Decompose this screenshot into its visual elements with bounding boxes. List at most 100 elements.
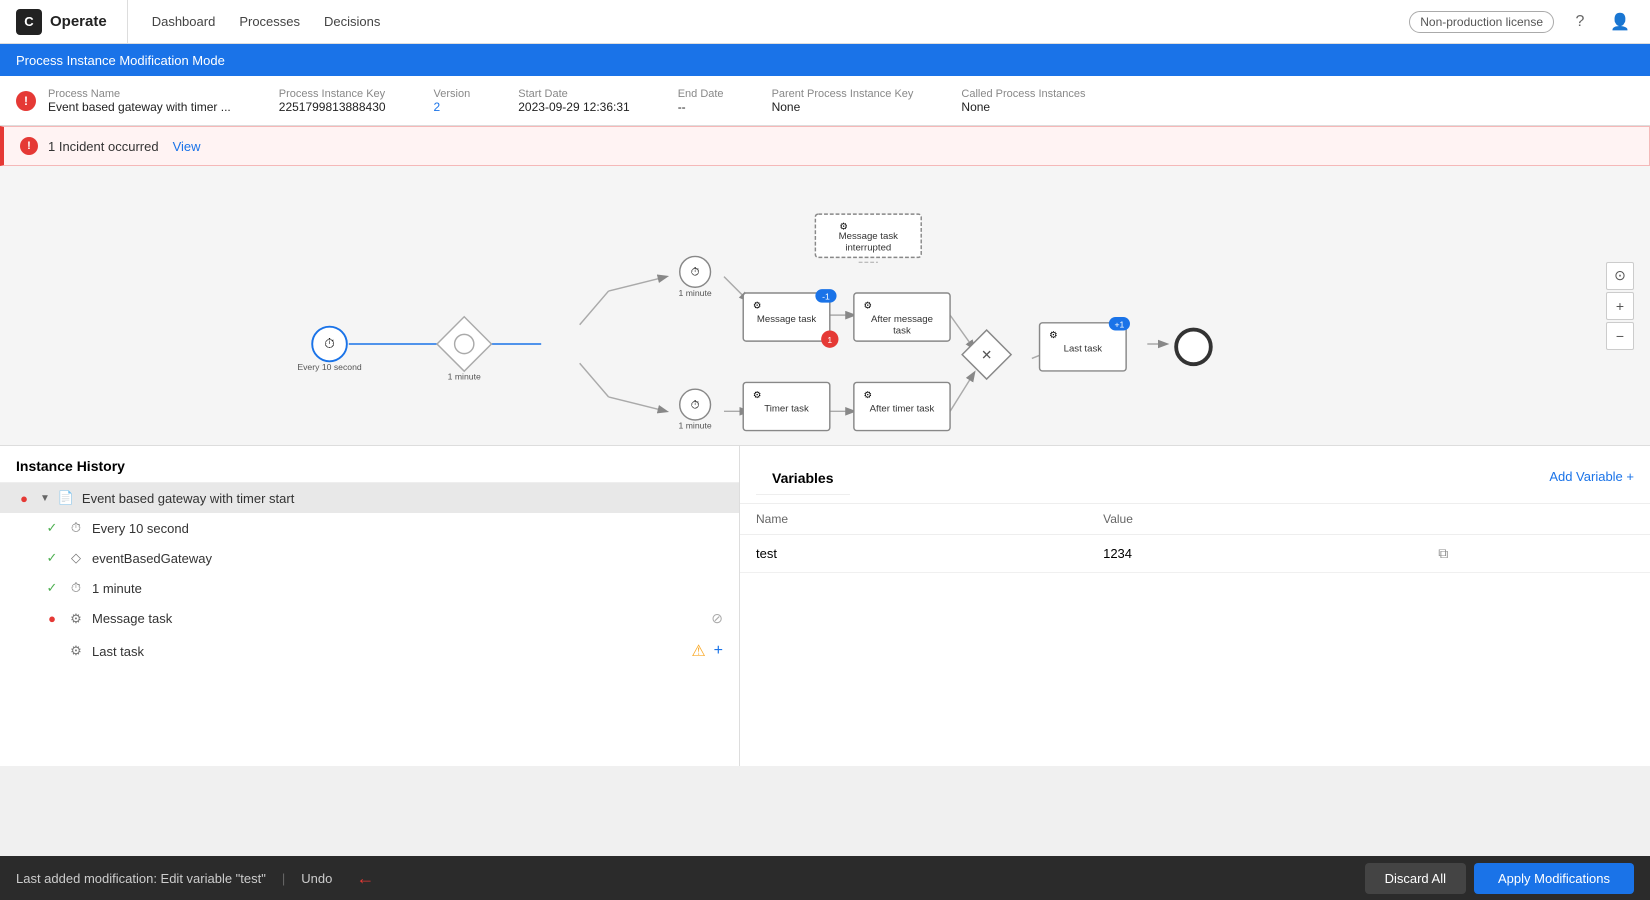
svg-text:⚙: ⚙ <box>753 390 762 401</box>
history-error-icon: ● <box>16 490 32 506</box>
svg-text:Message task: Message task <box>839 231 898 242</box>
add-variable-btn[interactable]: Add Variable + <box>1549 469 1634 484</box>
history-timer-icon: ⏱ <box>68 520 84 536</box>
incident-banner: ! 1 Incident occurred View <box>0 126 1650 166</box>
apply-modifications-button[interactable]: Apply Modifications <box>1474 863 1634 894</box>
diagram-zoom-out-btn[interactable]: − <box>1606 322 1634 350</box>
user-icon[interactable]: 👤 <box>1606 8 1634 36</box>
start-date-label: Start Date <box>518 88 629 100</box>
history-item-lasttask[interactable]: ⚙ Last task ⚠ + <box>0 634 739 668</box>
nav-decisions[interactable]: Decisions <box>324 10 380 33</box>
history-document-icon: 📄 <box>58 490 74 506</box>
history-cancel-icon[interactable]: ⊘ <box>711 610 723 627</box>
history-item-every10[interactable]: ✓ ⏱ Every 10 second <box>0 513 739 543</box>
history-empty-icon <box>44 643 60 659</box>
variables-panel: Variables Add Variable + Name Value test… <box>740 446 1650 766</box>
discard-all-button[interactable]: Discard All <box>1365 863 1466 894</box>
history-check-icon: ✓ <box>44 520 60 536</box>
app-name: Operate <box>50 13 107 30</box>
variables-title: Variables <box>756 458 850 495</box>
info-parent-key: Parent Process Instance Key None <box>772 88 914 114</box>
help-icon[interactable]: ? <box>1566 8 1594 36</box>
bottom-bar-actions: Discard All Apply Modifications <box>1365 863 1634 894</box>
called-instances-label: Called Process Instances <box>961 88 1085 100</box>
process-error-icon: ! <box>16 91 36 111</box>
var-col-name: Name <box>740 504 1087 535</box>
diagram-controls: ⊙ + − <box>1606 262 1634 350</box>
diagram-zoom-in-btn[interactable]: + <box>1606 292 1634 320</box>
svg-text:1 minute: 1 minute <box>448 372 481 382</box>
history-item-root[interactable]: ● ▼ 📄 Event based gateway with timer sta… <box>0 483 739 513</box>
svg-text:Last task: Last task <box>1064 344 1103 355</box>
history-1min-label: 1 minute <box>92 581 142 596</box>
history-item-1min[interactable]: ✓ ⏱ 1 minute <box>0 573 739 603</box>
svg-text:⏱: ⏱ <box>691 267 700 279</box>
version-value[interactable]: 2 <box>434 100 471 114</box>
history-msgtask-actions: ⊘ <box>711 610 723 627</box>
svg-text:-1: -1 <box>822 292 830 302</box>
parent-key-label: Parent Process Instance Key <box>772 88 914 100</box>
svg-text:1: 1 <box>827 335 832 345</box>
license-badge[interactable]: Non-production license <box>1409 11 1554 33</box>
svg-text:1 minute: 1 minute <box>679 421 712 431</box>
top-nav: C Operate Dashboard Processes Decisions … <box>0 0 1650 44</box>
incident-view-link[interactable]: View <box>173 139 201 154</box>
history-check-icon-2: ✓ <box>44 550 60 566</box>
instance-history-title: Instance History <box>0 446 739 483</box>
undo-button[interactable]: Undo <box>301 871 332 886</box>
info-start-date: Start Date 2023-09-29 12:36:31 <box>518 88 629 114</box>
variable-value: 1234 <box>1087 535 1422 573</box>
history-task-icon: ⚙ <box>68 611 84 627</box>
variable-row: test 1234 ⧉ <box>740 535 1650 573</box>
svg-text:✕: ✕ <box>981 347 992 362</box>
start-date-value: 2023-09-29 12:36:31 <box>518 100 629 114</box>
nav-right: Non-production license ? 👤 <box>1409 8 1634 36</box>
svg-text:+1: +1 <box>1114 320 1124 330</box>
nav-processes[interactable]: Processes <box>239 10 300 33</box>
diagram-reset-btn[interactable]: ⊙ <box>1606 262 1634 290</box>
svg-text:⚙: ⚙ <box>863 300 872 311</box>
undo-arrow-icon: ← <box>356 868 374 889</box>
history-item-msgtask[interactable]: ● ⚙ Message task ⊘ <box>0 603 739 634</box>
nav-dashboard[interactable]: Dashboard <box>152 10 216 33</box>
svg-text:⚙: ⚙ <box>863 390 872 401</box>
svg-text:Every 10 second: Every 10 second <box>297 362 362 372</box>
svg-text:After timer task: After timer task <box>870 403 935 414</box>
history-add-icon[interactable]: + <box>714 642 723 660</box>
process-info-bar: ! Process Name Event based gateway with … <box>0 76 1650 126</box>
history-warn-icon: ⚠ <box>691 641 705 661</box>
copy-icon[interactable]: ⧉ <box>1438 545 1448 561</box>
version-label: Version <box>434 88 471 100</box>
var-col-actions <box>1422 504 1650 535</box>
history-check-icon-3: ✓ <box>44 580 60 596</box>
incident-message: 1 Incident occurred <box>48 139 159 154</box>
instance-key-label: Process Instance Key <box>279 88 386 100</box>
svg-text:⏱: ⏱ <box>691 399 700 411</box>
history-msgtask-label: Message task <box>92 611 172 626</box>
parent-key-value: None <box>772 100 914 114</box>
app-logo: C Operate <box>16 0 128 43</box>
history-lasttask-label: Last task <box>92 644 144 659</box>
info-end-date: End Date -- <box>678 88 724 114</box>
svg-text:interrupted: interrupted <box>845 243 891 254</box>
variable-copy-cell: ⧉ <box>1422 535 1650 573</box>
svg-text:⚙: ⚙ <box>1049 330 1058 341</box>
variables-table: Name Value test 1234 ⧉ <box>740 504 1650 573</box>
logo-icon: C <box>16 9 42 35</box>
history-lasttask-actions: ⚠ + <box>691 641 723 661</box>
process-name-label: Process Name <box>48 88 231 100</box>
var-col-value: Value <box>1087 504 1422 535</box>
called-instances-value: None <box>961 100 1085 114</box>
modification-status-text: Last added modification: Edit variable "… <box>16 871 266 886</box>
svg-text:1 minute: 1 minute <box>679 288 712 298</box>
history-item-gateway[interactable]: ✓ ◇ eventBasedGateway <box>0 543 739 573</box>
bottom-panel: Instance History ● ▼ 📄 Event based gatew… <box>0 446 1650 766</box>
svg-text:Timer task: Timer task <box>764 403 809 414</box>
instance-key-value: 2251799813888430 <box>279 100 386 114</box>
history-error-icon-2: ● <box>44 611 60 627</box>
history-every10-label: Every 10 second <box>92 521 189 536</box>
info-instance-key: Process Instance Key 2251799813888430 <box>279 88 386 114</box>
end-date-label: End Date <box>678 88 724 100</box>
incident-error-icon: ! <box>20 137 38 155</box>
bottom-bar: Last added modification: Edit variable "… <box>0 856 1650 900</box>
